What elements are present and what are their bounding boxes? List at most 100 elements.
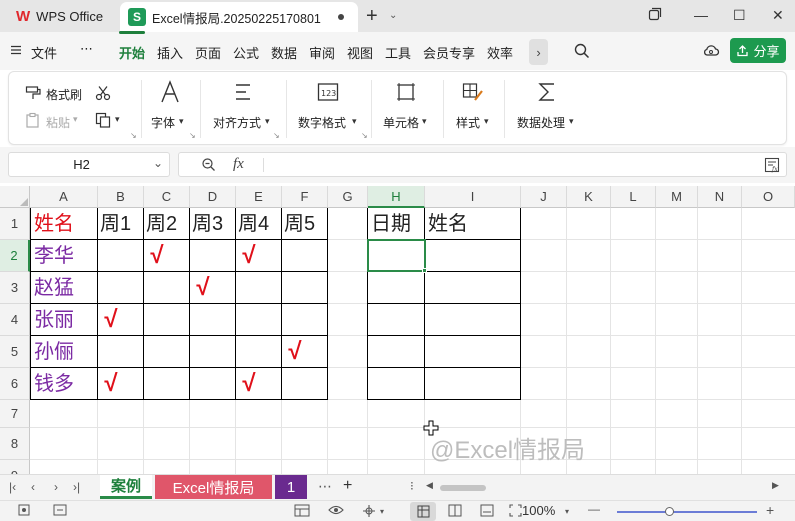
chevron-down-icon[interactable]: ⌄ — [389, 10, 397, 21]
cell-e6[interactable]: √ — [236, 368, 262, 400]
fx-icon[interactable]: fx — [233, 156, 244, 173]
number-format-icon[interactable]: 123 — [317, 82, 339, 105]
cell-f5[interactable]: √ — [282, 336, 308, 368]
column-header-f[interactable]: F — [282, 186, 328, 208]
share-button[interactable]: 分享 — [730, 38, 786, 63]
copy-icon[interactable] — [95, 112, 111, 131]
tab-member[interactable]: 会员专享 — [423, 43, 475, 62]
tab-review[interactable]: 审阅 — [309, 43, 335, 62]
close-button[interactable]: ✕ — [772, 7, 784, 24]
cell-i1[interactable]: 姓名 — [428, 208, 468, 240]
cell-d1[interactable]: 周3 — [192, 208, 223, 240]
column-header-e[interactable]: E — [236, 186, 282, 208]
zoom-in-button[interactable]: + — [766, 502, 774, 518]
tab-page[interactable]: 页面 — [195, 43, 221, 62]
cell-d3[interactable]: √ — [190, 272, 216, 304]
column-header-a[interactable]: A — [30, 186, 98, 208]
cells-label[interactable]: 单元格 — [383, 114, 419, 131]
row-header-1[interactable]: 1 — [0, 208, 30, 240]
menu-more[interactable]: ⋯ — [80, 41, 93, 57]
cell-e1[interactable]: 周4 — [238, 208, 269, 240]
cell-b6[interactable]: √ — [98, 368, 124, 400]
page-layout-icon[interactable] — [294, 504, 310, 520]
spreadsheet-grid[interactable]: A B C D E F G H I J K L M N O 1 2 3 4 5 … — [0, 186, 795, 474]
cell-a4[interactable]: 张丽 — [34, 304, 74, 336]
horizontal-scrollbar-thumb[interactable] — [440, 485, 486, 491]
more-sheets-icon[interactable]: ⋯ — [318, 478, 332, 495]
document-tab[interactable]: S Excel情报局.20250225170801 — [120, 2, 358, 32]
eye-icon[interactable] — [328, 504, 344, 519]
cloud-icon[interactable] — [702, 43, 720, 62]
align-label[interactable]: 对齐方式 — [213, 114, 261, 131]
column-header-c[interactable]: C — [144, 186, 190, 208]
first-sheet-icon[interactable]: |‹ — [9, 480, 16, 494]
align-icon[interactable] — [233, 82, 253, 105]
row-header-2[interactable]: 2 — [0, 240, 30, 272]
maximize-button[interactable]: ☐ — [733, 7, 746, 24]
chevron-down-icon[interactable]: ▾ — [565, 507, 569, 516]
column-header-h[interactable]: H — [368, 186, 425, 208]
zoom-slider-handle[interactable] — [665, 507, 674, 516]
column-header-i[interactable]: I — [425, 186, 521, 208]
format-painter-label[interactable]: 格式刷 — [46, 86, 82, 103]
sigma-icon[interactable] — [537, 81, 557, 106]
row-header-5[interactable]: 5 — [0, 336, 30, 368]
name-box[interactable]: H2 ⌄ — [8, 152, 170, 177]
cell-b4[interactable]: √ — [98, 304, 124, 336]
cell-f1[interactable]: 周5 — [284, 208, 315, 240]
unsaved-dot-icon[interactable] — [338, 14, 344, 20]
column-header-b[interactable]: B — [98, 186, 144, 208]
column-header-n[interactable]: N — [698, 186, 742, 208]
chevron-down-icon[interactable]: ▾ — [352, 116, 357, 127]
selected-cell-h2[interactable] — [367, 239, 426, 272]
paste-label[interactable]: 粘贴 — [46, 114, 70, 131]
accessibility-icon[interactable] — [53, 504, 67, 519]
row-header-3[interactable]: 3 — [0, 272, 30, 304]
row-header-8[interactable]: 8 — [0, 428, 30, 460]
cell-a1[interactable]: 姓名 — [34, 208, 74, 240]
tab-tools[interactable]: 工具 — [385, 43, 411, 62]
sheet-tab-1[interactable]: 1 — [275, 475, 307, 499]
cell-c1[interactable]: 周2 — [146, 208, 177, 240]
prev-sheet-icon[interactable]: ‹ — [31, 480, 35, 494]
number-format-label[interactable]: 数字格式 — [298, 114, 346, 131]
chevron-down-icon[interactable]: ▾ — [179, 116, 184, 127]
cells-icon[interactable] — [396, 82, 416, 105]
add-sheet-button[interactable]: + — [343, 477, 352, 495]
new-tab-button[interactable]: + — [366, 6, 378, 26]
chevron-down-icon[interactable]: ▾ — [73, 114, 78, 125]
scissors-icon[interactable] — [95, 85, 111, 104]
restore-window-icon[interactable] — [648, 7, 662, 24]
cell-h1[interactable]: 日期 — [371, 208, 411, 240]
tab-formula[interactable]: 公式 — [233, 43, 259, 62]
fill-handle[interactable] — [422, 268, 427, 273]
column-header-k[interactable]: K — [567, 186, 611, 208]
minimize-button[interactable]: — — [694, 7, 708, 23]
tab-home[interactable]: 开始 — [119, 43, 145, 62]
menu-file[interactable]: 文件 — [31, 43, 57, 62]
column-header-d[interactable]: D — [190, 186, 236, 208]
chevron-down-icon[interactable]: ⌄ — [153, 156, 163, 170]
paste-icon[interactable] — [25, 112, 41, 131]
format-painter-icon[interactable] — [25, 85, 43, 104]
scroll-right-icon[interactable]: ▶ — [772, 480, 779, 491]
column-header-l[interactable]: L — [611, 186, 656, 208]
sheet-tab-excel[interactable]: Excel情报局 — [155, 475, 272, 499]
cell-e2[interactable]: √ — [236, 240, 262, 272]
zoom-out-button[interactable]: — — [588, 502, 600, 516]
tab-insert[interactable]: 插入 — [157, 43, 183, 62]
cell-a6[interactable]: 钱多 — [34, 368, 74, 400]
normal-view-button[interactable] — [410, 502, 436, 521]
column-header-m[interactable]: M — [656, 186, 698, 208]
dialog-launcher-icon[interactable]: ↘ — [130, 131, 137, 140]
select-all-corner[interactable] — [0, 186, 30, 208]
zoom-level[interactable]: 100% — [522, 503, 555, 518]
home-tab[interactable]: W WPS Office — [6, 3, 114, 29]
hamburger-icon[interactable] — [10, 44, 22, 59]
styles-icon[interactable] — [462, 82, 484, 105]
scroll-left-icon[interactable]: ◀ — [426, 480, 433, 491]
sheet-tab-case[interactable]: 案例 — [100, 475, 152, 499]
expand-formula-icon[interactable]: fx — [764, 157, 780, 176]
chevron-down-icon[interactable]: ▾ — [484, 116, 489, 127]
cell-b1[interactable]: 周1 — [100, 208, 131, 240]
